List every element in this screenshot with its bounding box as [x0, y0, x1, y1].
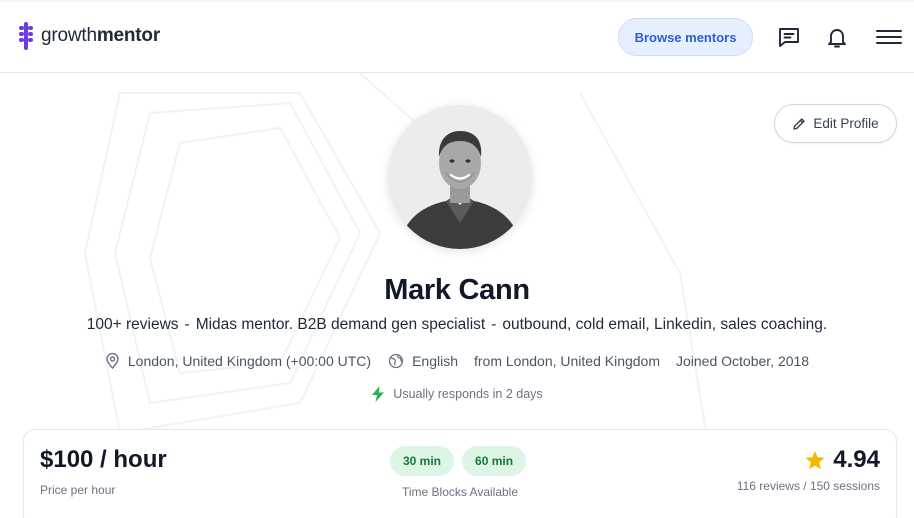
reviews-sessions: 116 reviews / 150 sessions [736, 479, 880, 493]
messages-icon [779, 28, 799, 47]
price-label: Price per hour [40, 483, 116, 497]
logo[interactable]: growthmentor [18, 22, 160, 50]
price: $100 / hour [40, 446, 167, 473]
headline-title: Midas mentor. B2B demand gen specialist [195, 316, 486, 333]
lightning-bolt-icon [372, 386, 385, 402]
hamburger-menu-icon [876, 30, 902, 44]
location-pin-icon [106, 353, 119, 369]
profile-photo [388, 105, 532, 249]
edit-profile-button[interactable]: Edit Profile [774, 104, 897, 143]
time-block-30[interactable]: 30 min [390, 446, 455, 476]
notifications-button[interactable] [824, 24, 850, 50]
joined-date: Joined October, 2018 [676, 353, 810, 369]
time-blocks-label: Time Blocks Available [401, 485, 519, 499]
time-blocks: 30 min 60 min [390, 446, 534, 476]
language: English [388, 353, 458, 369]
top-navbar: growthmentor Browse mentors [0, 0, 914, 73]
pricing-card: $100 / hour Price per hour 30 min 60 min… [23, 429, 897, 518]
mentor-headline: 100+ reviews - Midas mentor. B2B demand ge… [86, 316, 828, 333]
edit-profile-label: Edit Profile [813, 116, 879, 131]
mentor-meta: London, United Kingdom (+00:00 UTC) Engl… [0, 353, 914, 369]
origin: from London, United Kingdom [474, 353, 660, 369]
logo-text: growthmentor [41, 25, 161, 46]
location: London, United Kingdom (+00:00 UTC) [105, 353, 371, 369]
mentor-name: Mark Cann [384, 274, 530, 306]
pencil-icon [793, 117, 806, 130]
time-block-60[interactable]: 60 min [462, 446, 527, 476]
headline-reviews: 100+ reviews [86, 316, 179, 333]
headline-skills: outbound, cold email, Linkedin, sales co… [502, 316, 828, 333]
messages-button[interactable] [776, 24, 802, 50]
globe-icon [388, 353, 404, 369]
rating: 4.94 [805, 446, 880, 474]
avatar [388, 105, 532, 249]
star-icon [805, 450, 825, 469]
growthmentor-logo-icon [19, 22, 33, 50]
response-time: Usually responds in 2 days [0, 386, 914, 402]
menu-button[interactable] [876, 24, 902, 50]
rating-value: 4.94 [833, 446, 880, 473]
browse-mentors-button[interactable]: Browse mentors [618, 18, 753, 56]
bell-icon [828, 29, 846, 48]
